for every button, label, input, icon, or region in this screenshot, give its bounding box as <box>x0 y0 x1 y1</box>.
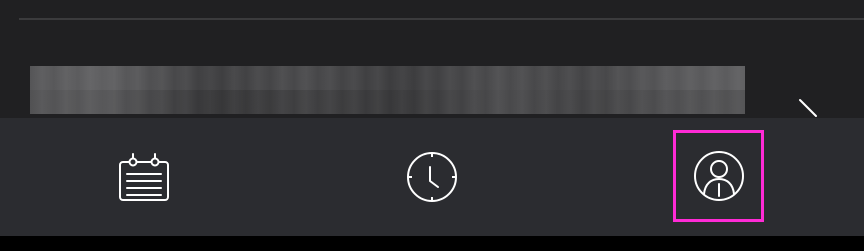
tab-profile[interactable] <box>673 130 764 222</box>
tab-calendar[interactable] <box>94 118 194 236</box>
bottom-tab-bar <box>0 118 864 236</box>
list-item-redacted[interactable] <box>30 66 745 114</box>
tab-history[interactable] <box>382 118 482 236</box>
content-area <box>0 0 864 118</box>
chevron-right-icon <box>799 99 817 117</box>
calendar-icon <box>119 153 169 201</box>
home-indicator-area <box>0 236 864 251</box>
divider <box>19 18 864 20</box>
user-profile-icon <box>693 151 744 201</box>
app-screen <box>0 0 864 251</box>
clock-icon <box>407 152 457 202</box>
